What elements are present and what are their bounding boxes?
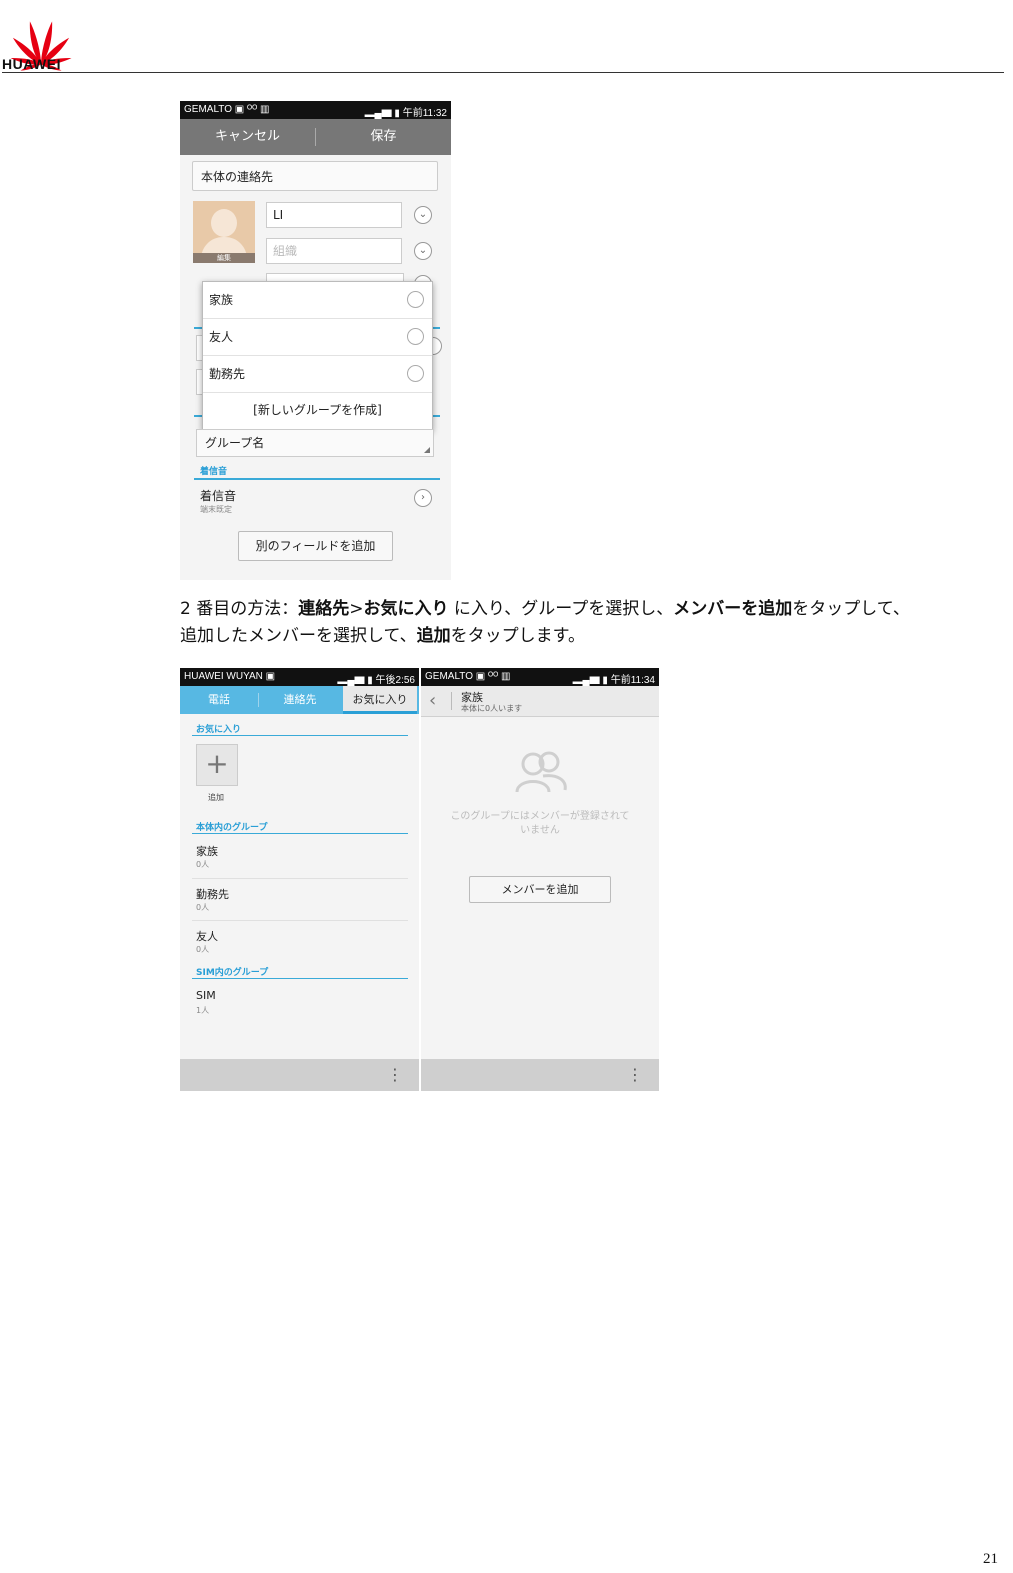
- add-field-button[interactable]: 別のフィールドを追加: [238, 531, 393, 561]
- radio-icon[interactable]: [407, 328, 424, 345]
- favorites-screenshot: HUAWEI WUYAN ▣ ▂▄▆ ▮ 午後2:56 電話 連絡先 お気に入り…: [180, 668, 419, 1091]
- caption-bold: 連絡先: [298, 599, 350, 619]
- caption-bold: お気に入り: [363, 599, 449, 619]
- cancel-button[interactable]: キャンセル: [180, 119, 315, 155]
- ringtone-value: 端末既定: [200, 505, 232, 514]
- add-member-button[interactable]: メンバーを追加: [469, 876, 611, 903]
- group-option[interactable]: 家族: [203, 282, 432, 319]
- sim-group-name[interactable]: SIM: [196, 989, 216, 1002]
- caption-text: に入り、グループを選択し、: [448, 599, 674, 619]
- section-rule: [192, 735, 408, 736]
- add-favorite-plus-icon[interactable]: +: [196, 744, 238, 786]
- page-number: 21: [983, 1551, 998, 1567]
- group-item-name[interactable]: 勤務先: [196, 886, 229, 902]
- status-bar: GEMALTO ▣ ᴼᴼ ▥ ▂▄▆ ▮ 午前11:34: [421, 668, 659, 686]
- name-input[interactable]: LI: [266, 202, 402, 228]
- people-placeholder-icon: [515, 751, 567, 793]
- sim-groups-section-title: SIM内のグループ: [196, 968, 269, 978]
- caption-text: をタップします。: [450, 626, 585, 646]
- overflow-menu-icon[interactable]: ⋮: [387, 1065, 403, 1085]
- status-time: ▂▄▆ ▮ 午前11:32: [364, 108, 447, 119]
- group-option-label: 勤務先: [209, 367, 246, 381]
- group-option[interactable]: 友人: [203, 319, 432, 356]
- ringtone-chevron-right-icon[interactable]: ›: [414, 489, 432, 507]
- avatar-head-icon: [211, 209, 237, 237]
- back-chevron-icon[interactable]: ‹: [429, 690, 436, 711]
- group-name-dropdown[interactable]: グループ名: [196, 429, 434, 457]
- radio-icon[interactable]: [407, 291, 424, 308]
- account-selector[interactable]: 本体の連絡先: [192, 161, 438, 191]
- caption-bold: メンバーを追加: [673, 599, 793, 619]
- radio-icon[interactable]: [407, 365, 424, 382]
- name-expand-chevron-icon[interactable]: ⌄: [414, 206, 432, 224]
- instruction-text: 2 番目の方法：連絡先>お気に入り に入り、グループを選択し、メンバーを追加をタ…: [180, 596, 1010, 650]
- group-option-label: 友人: [209, 330, 234, 344]
- overflow-menu-icon[interactable]: ⋮: [627, 1065, 643, 1085]
- edit-contact-screenshot: GEMALTO ▣ ᴼᴼ ▥ ▂▄▆ ▮ 午前11:32 キャンセル 保存 本体…: [180, 101, 451, 580]
- huawei-logo-text: HUAWEI: [2, 56, 61, 72]
- new-group-option[interactable]: [新しいグループを作成]: [203, 392, 432, 428]
- bottom-bar: ⋮: [180, 1059, 419, 1091]
- section-rule: [192, 978, 408, 979]
- tab-phone[interactable]: 電話: [180, 686, 258, 714]
- list-divider: [192, 878, 408, 879]
- photo-edit-label: 編集: [193, 253, 255, 263]
- organization-input[interactable]: 組織: [266, 238, 402, 264]
- save-button[interactable]: 保存: [316, 119, 451, 155]
- device-groups-section-title: 本体内のグループ: [196, 823, 268, 833]
- header-divider: [451, 692, 452, 710]
- group-detail-screenshot: GEMALTO ▣ ᴼᴼ ▥ ▂▄▆ ▮ 午前11:34 ‹ 家族 本体に0人い…: [421, 668, 659, 1091]
- caption-text: 2 番目の方法：: [180, 599, 299, 619]
- status-bar: HUAWEI WUYAN ▣ ▂▄▆ ▮ 午後2:56: [180, 668, 419, 686]
- ringtone-title[interactable]: 着信音: [200, 487, 236, 504]
- ringtone-section-title: 着信音: [200, 467, 228, 477]
- caption-text: 追加したメンバーを選択して、: [180, 626, 417, 646]
- status-time: ▂▄▆ ▮ 午後2:56: [337, 675, 415, 686]
- empty-group-message: このグループにはメンバーが登録されて いません: [421, 810, 659, 838]
- caption-text: >: [349, 599, 364, 619]
- section-rule: [194, 478, 440, 480]
- contact-photo[interactable]: 編集: [193, 201, 255, 263]
- bottom-bar: ⋮: [421, 1059, 659, 1091]
- add-favorite-label: 追加: [208, 793, 224, 802]
- group-subtitle: 本体に0人います: [461, 704, 523, 713]
- action-bar: キャンセル 保存: [180, 119, 451, 155]
- group-option[interactable]: 勤務先: [203, 356, 432, 393]
- group-option-label: 家族: [209, 293, 234, 307]
- tab-contacts[interactable]: 連絡先: [259, 686, 341, 714]
- group-item-count: 0人: [196, 903, 210, 912]
- empty-message-line: このグループにはメンバーが登録されて: [450, 811, 630, 822]
- list-divider: [192, 920, 408, 921]
- group-item-name[interactable]: 家族: [196, 843, 218, 859]
- header-divider: [2, 72, 1004, 73]
- organization-expand-chevron-icon[interactable]: ⌄: [414, 242, 432, 260]
- group-item-count: 0人: [196, 860, 210, 869]
- empty-message-line: いません: [520, 825, 560, 836]
- caption-text: をタップして、: [792, 599, 910, 619]
- status-time: ▂▄▆ ▮ 午前11:34: [572, 675, 655, 686]
- sim-group-count: 1人: [196, 1006, 210, 1015]
- tab-favorites[interactable]: お気に入り: [343, 686, 417, 714]
- group-name-label: グループ名: [205, 436, 265, 450]
- group-item-count: 0人: [196, 945, 210, 954]
- section-rule: [192, 833, 408, 834]
- group-item-name[interactable]: 友人: [196, 928, 218, 944]
- group-header: ‹ 家族 本体に0人います: [421, 686, 659, 717]
- group-select-popup: 家族 友人 勤務先 [新しいグループを作成]: [202, 281, 433, 431]
- carrier-label: GEMALTO ▣ ᴼᴼ ▥: [425, 671, 511, 682]
- dropdown-corner-icon: [424, 447, 430, 453]
- carrier-label: GEMALTO ▣ ᴼᴼ ▥: [184, 104, 270, 115]
- favorites-section-title: お気に入り: [196, 725, 242, 735]
- carrier-label: HUAWEI WUYAN ▣: [184, 671, 276, 682]
- tab-bar: 電話 連絡先 お気に入り: [180, 686, 419, 714]
- status-bar: GEMALTO ▣ ᴼᴼ ▥ ▂▄▆ ▮ 午前11:32: [180, 101, 451, 119]
- caption-bold: 追加: [416, 626, 451, 646]
